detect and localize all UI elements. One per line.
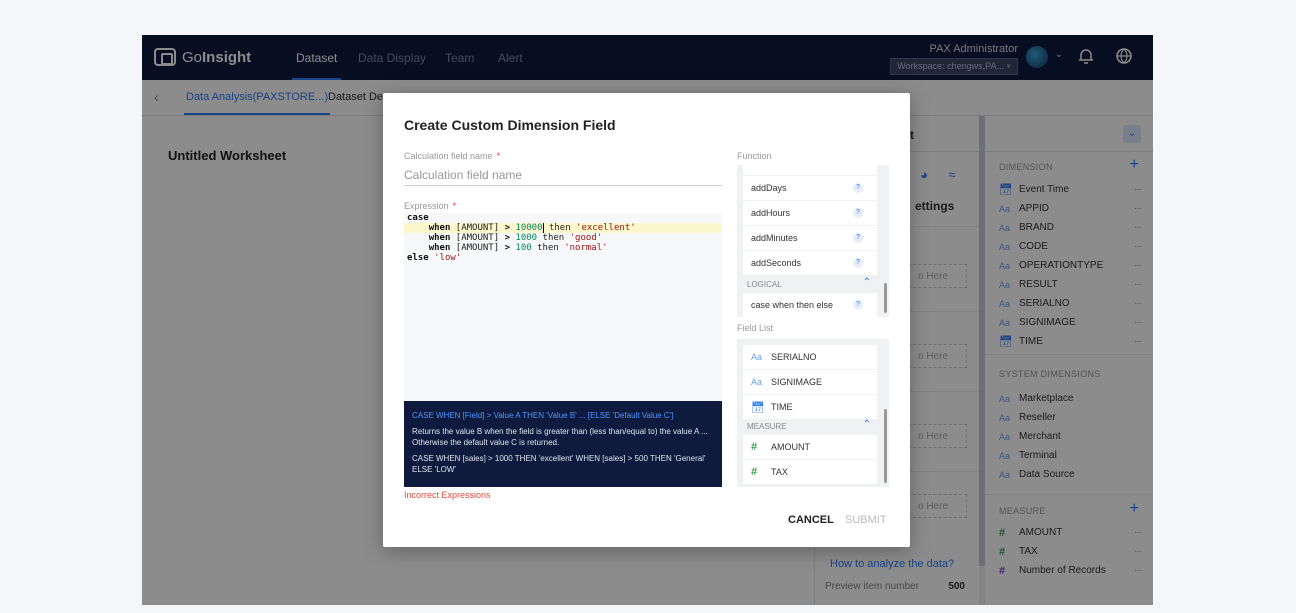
number-type-icon: # (751, 466, 758, 478)
function-item-adddays[interactable]: addDays? (743, 176, 877, 200)
text-type-icon: Aa (751, 352, 763, 362)
code-token: 1000 (515, 233, 538, 243)
function-item-addminutes[interactable]: addMinutes? (743, 226, 877, 250)
field-name: SERIALNO (771, 352, 817, 362)
code-token: else (407, 253, 429, 263)
code-token: case (407, 213, 429, 223)
required-mark: * (496, 151, 501, 161)
function-list-scrollbar[interactable] (884, 283, 887, 313)
function-name: addDays (751, 183, 787, 193)
expression-label-text: Expression (404, 201, 449, 211)
code-token: when (428, 243, 451, 253)
group-label: LOGICAL (747, 280, 782, 289)
expression-label: Expression * (404, 201, 456, 211)
code-token: > (504, 223, 510, 233)
text-caret (542, 223, 544, 233)
code-token: > (504, 233, 510, 243)
function-item[interactable] (743, 165, 877, 175)
help-icon[interactable]: ? (853, 233, 863, 243)
help-description: Returns the value B when the field is gr… (412, 427, 708, 447)
help-icon[interactable]: ? (853, 208, 863, 218)
field-item-signimage[interactable]: Aa SIGNIMAGE (743, 370, 877, 394)
code-token: 'normal' (564, 243, 608, 253)
cancel-button[interactable]: CANCEL (788, 514, 834, 526)
function-list[interactable]: addDays? addHours? addMinutes? addSecond… (737, 165, 889, 317)
calc-name-label-text: Calculation field name (404, 151, 493, 161)
code-token: then (542, 233, 565, 243)
required-mark: * (452, 201, 457, 211)
function-name: addHours (751, 208, 791, 218)
function-name: case when then else (751, 300, 834, 310)
function-item-case-when[interactable]: case when then else? (743, 293, 877, 317)
code-token: > (504, 243, 510, 253)
field-list-label: Field List (737, 323, 774, 333)
function-item-addseconds[interactable]: addSeconds? (743, 251, 877, 275)
code-line: when [AMOUNT] > 1000 then 'good' (404, 233, 722, 243)
error-message: Incorrect Expressions (404, 490, 491, 500)
submit-button[interactable]: SUBMIT (845, 514, 887, 526)
measure-group-header[interactable]: MEASURE ⌃ (743, 417, 877, 435)
help-icon[interactable]: ? (853, 183, 863, 193)
field-item-amount[interactable]: # AMOUNT (743, 435, 877, 459)
field-name: AMOUNT (771, 442, 810, 452)
code-token: when (428, 223, 451, 233)
function-label: Function (737, 151, 772, 161)
field-item-tax[interactable]: # TAX (743, 460, 877, 484)
code-token: 'low' (434, 253, 462, 263)
code-line: case (404, 213, 722, 223)
code-token: 100 (515, 243, 532, 253)
field-item-time[interactable]: 📅︎ TIME (743, 395, 877, 419)
create-custom-dimension-dialog: Create Custom Dimension Field Calculatio… (383, 93, 910, 547)
chevron-up-icon[interactable]: ⌃ (863, 419, 871, 430)
number-type-icon: # (751, 441, 758, 453)
field-list-scrollbar[interactable] (884, 409, 887, 483)
code-token: [AMOUNT] (455, 233, 500, 243)
function-item-addhours[interactable]: addHours? (743, 201, 877, 225)
logical-group-header[interactable]: LOGICAL ⌃ (743, 275, 877, 293)
code-token: [AMOUNT] (455, 223, 500, 233)
group-label: MEASURE (747, 422, 787, 431)
help-icon[interactable]: ? (853, 300, 863, 310)
text-type-icon: Aa (751, 377, 763, 387)
code-token: then (548, 223, 571, 233)
field-list[interactable]: Aa SERIALNO Aa SIGNIMAGE 📅︎ TIME MEASURE ⌃ #… (737, 339, 889, 487)
code-token: [AMOUNT] (455, 243, 500, 253)
field-name: TIME (771, 402, 793, 412)
code-token: 'good' (569, 233, 603, 243)
function-name: addSeconds (751, 258, 802, 268)
dialog-title: Create Custom Dimension Field (404, 117, 616, 133)
function-help-panel: CASE WHEN [Field] > Value A THEN 'Value … (404, 401, 722, 487)
code-token: when (428, 233, 451, 243)
code-token: 10000 (515, 223, 543, 233)
function-name: addMinutes (751, 233, 798, 243)
expression-editor[interactable]: case when [AMOUNT] > 10000 then 'excelle… (404, 213, 722, 401)
field-name: TAX (771, 467, 788, 477)
calc-name-label: Calculation field name * (404, 151, 500, 161)
help-example: CASE WHEN [sales] > 1000 THEN 'excellent… (412, 454, 706, 474)
field-item-serialno[interactable]: Aa SERIALNO (743, 345, 877, 369)
code-line: else 'low' (404, 253, 722, 263)
code-token: then (537, 243, 559, 253)
calendar-icon: 📅︎ (751, 401, 765, 414)
code-line: when [AMOUNT] > 100 then 'normal' (404, 243, 722, 253)
field-name: SIGNIMAGE (771, 377, 823, 387)
code-token: 'excellent' (576, 223, 636, 233)
calc-name-input[interactable] (404, 165, 722, 186)
help-icon[interactable]: ? (853, 258, 863, 268)
chevron-up-icon[interactable]: ⌃ (863, 277, 871, 288)
code-line-active: when [AMOUNT] > 10000 then 'excellent' (404, 223, 722, 233)
help-title: CASE WHEN [Field] > Value A THEN 'Value … (412, 411, 674, 420)
